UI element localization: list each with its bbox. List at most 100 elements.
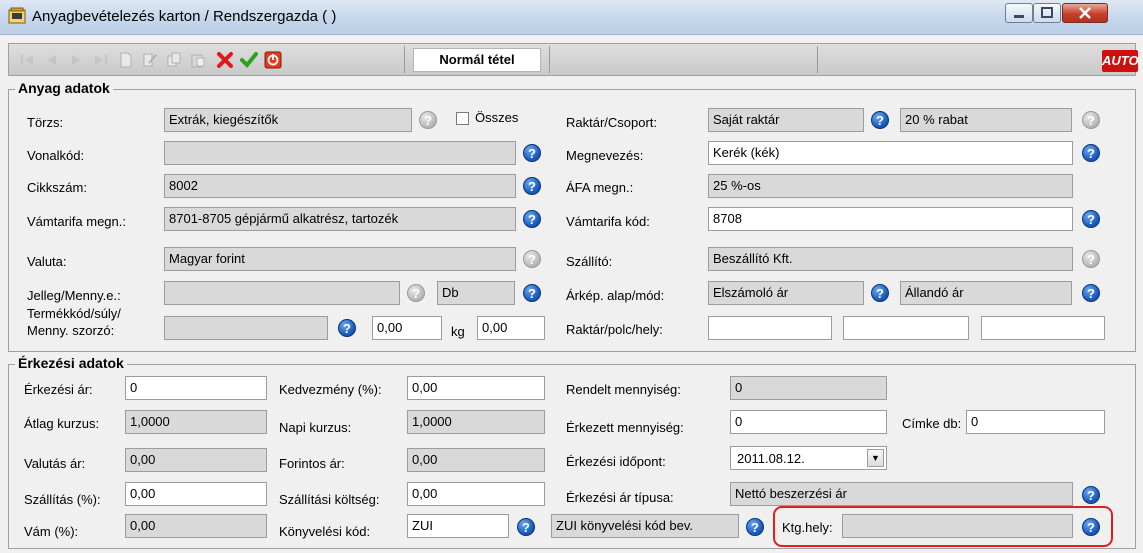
- app-icon: [8, 7, 26, 24]
- vamtarifa-megn-help-icon[interactable]: ?: [523, 210, 541, 228]
- suly-field[interactable]: 0,00: [372, 316, 442, 340]
- copy-icon[interactable]: [165, 51, 183, 69]
- minimize-button[interactable]: [1005, 3, 1033, 23]
- csoport-help-icon[interactable]: ?: [1082, 111, 1100, 129]
- ar-tipus-field[interactable]: Nettó beszerzési ár: [730, 482, 1073, 506]
- szallito-field[interactable]: Beszállító Kft.: [708, 247, 1073, 271]
- osszes-label: Összes: [475, 110, 519, 125]
- erkezesi-ar-field[interactable]: 0: [125, 376, 267, 400]
- hely-field[interactable]: [981, 316, 1105, 340]
- szallitas-field[interactable]: 0,00: [125, 482, 267, 506]
- mennyisegi-egyseg-help-icon[interactable]: ?: [523, 284, 541, 302]
- suly-unit-label: kg: [451, 324, 465, 339]
- stop-icon[interactable]: [264, 51, 282, 69]
- arkep-mod-field[interactable]: Állandó ár: [900, 281, 1072, 305]
- raktar-polc-field[interactable]: [708, 316, 832, 340]
- next-icon[interactable]: [67, 51, 85, 69]
- idopont-dropdown[interactable]: 2011.08.12. ▼: [730, 446, 887, 470]
- jelleg-help-icon[interactable]: ?: [407, 284, 425, 302]
- ar-tipus-help-icon[interactable]: ?: [1082, 486, 1100, 504]
- jelleg-label: Jelleg/Menny.e.:: [27, 288, 121, 303]
- idopont-value: 2011.08.12.: [737, 451, 805, 466]
- idopont-label: Érkezési időpont:: [566, 454, 666, 469]
- toolbar-separator: [404, 46, 405, 73]
- close-button[interactable]: [1062, 3, 1108, 23]
- rendelt-field[interactable]: 0: [730, 376, 887, 400]
- cikkszam-label: Cikkszám:: [27, 180, 87, 195]
- erkezes-section-title: Érkezési adatok: [15, 355, 127, 371]
- torzs-field[interactable]: Extrák, kiegészítők: [164, 108, 412, 132]
- edit-icon[interactable]: [141, 51, 159, 69]
- osszes-checkbox[interactable]: [456, 112, 469, 125]
- first-icon[interactable]: [19, 51, 37, 69]
- rendelt-label: Rendelt mennyiség:: [566, 382, 681, 397]
- vonalkod-help-icon[interactable]: ?: [523, 144, 541, 162]
- szorzo-field[interactable]: 0,00: [477, 316, 545, 340]
- cimke-field[interactable]: 0: [966, 410, 1105, 434]
- vam-label: Vám (%):: [24, 524, 79, 539]
- arkep-alap-help-icon[interactable]: ?: [871, 284, 889, 302]
- megnevezes-field[interactable]: Kerék (kék): [708, 141, 1073, 165]
- erkezett-label: Érkezett mennyiség:: [566, 420, 684, 435]
- szallito-help-icon[interactable]: ?: [1082, 250, 1100, 268]
- arkep-mod-help-icon[interactable]: ?: [1082, 284, 1100, 302]
- auto-logo: AUTO: [1102, 50, 1139, 72]
- delete-icon[interactable]: [216, 51, 234, 69]
- forintos-ar-field[interactable]: 0,00: [407, 448, 545, 472]
- szallito-label: Szállító:: [566, 254, 613, 269]
- cikkszam-help-icon[interactable]: ?: [523, 177, 541, 195]
- megnevezes-help-icon[interactable]: ?: [1082, 144, 1100, 162]
- konyvelesi-kod-field[interactable]: ZUI: [407, 514, 509, 538]
- csoport-field[interactable]: 20 % rabat: [900, 108, 1072, 132]
- vamtarifa-kod-help-icon[interactable]: ?: [1082, 210, 1100, 228]
- szallitasi-koltseg-field[interactable]: 0,00: [407, 482, 545, 506]
- jelleg-field[interactable]: [164, 281, 400, 305]
- arkep-alap-field[interactable]: Elszámoló ár: [708, 281, 864, 305]
- anyag-section-title: Anyag adatok: [15, 80, 113, 96]
- ktg-hely-highlight: [773, 506, 1113, 547]
- new-icon[interactable]: [117, 51, 135, 69]
- termekkod-field[interactable]: [164, 316, 328, 340]
- mode-label[interactable]: Normál tétel: [413, 48, 541, 72]
- konyvelesi-kod-help-icon[interactable]: ?: [517, 518, 535, 536]
- mennyisegi-egyseg-field[interactable]: Db: [437, 281, 515, 305]
- valuta-field[interactable]: Magyar forint: [164, 247, 516, 271]
- valutas-ar-label: Valutás ár:: [24, 456, 86, 471]
- prev-icon[interactable]: [43, 51, 61, 69]
- vamtarifa-kod-field[interactable]: 8708: [708, 207, 1073, 231]
- toolbar: Normál tétel AUTO: [8, 43, 1139, 76]
- afa-field[interactable]: 25 %-os: [708, 174, 1073, 198]
- konyvelesi-kod-desc-field[interactable]: ZUI könyvelési kód bev.: [551, 514, 739, 538]
- raktar-field[interactable]: Saját raktár: [708, 108, 864, 132]
- szallitas-label: Szállítás (%):: [24, 492, 101, 507]
- erkezett-field[interactable]: 0: [730, 410, 887, 434]
- polc-field[interactable]: [843, 316, 969, 340]
- atlag-kurzus-field[interactable]: 1,0000: [125, 410, 267, 434]
- vonalkod-field[interactable]: [164, 141, 516, 165]
- napi-kurzus-field[interactable]: 1,0000: [407, 410, 545, 434]
- termekkod-help-icon[interactable]: ?: [338, 319, 356, 337]
- afa-label: ÁFA megn.:: [566, 180, 634, 195]
- cikkszam-field[interactable]: 8002: [164, 174, 516, 198]
- arkep-label: Árkép. alap/mód:: [566, 288, 665, 303]
- toolbar-separator: [817, 46, 818, 73]
- chevron-down-icon[interactable]: ▼: [867, 449, 884, 467]
- ar-tipus-label: Érkezési ár típusa:: [566, 490, 674, 505]
- konyvelesi-desc-help-icon[interactable]: ?: [746, 518, 764, 536]
- vam-field[interactable]: 0,00: [125, 514, 267, 538]
- paste-icon[interactable]: [189, 51, 207, 69]
- szallitasi-koltseg-label: Szállítási költség:: [279, 492, 380, 507]
- last-icon[interactable]: [91, 51, 109, 69]
- valuta-help-icon[interactable]: ?: [523, 250, 541, 268]
- valutas-ar-field[interactable]: 0,00: [125, 448, 267, 472]
- kedvezmeny-field[interactable]: 0,00: [407, 376, 545, 400]
- torzs-label: Törzs:: [27, 115, 64, 130]
- maximize-button[interactable]: [1033, 3, 1061, 23]
- vamtarifa-megn-field[interactable]: 8701-8705 gépjármű alkatrész, tartozék: [164, 207, 516, 231]
- title-bar: Anyagbevételezés karton / Rendszergazda …: [0, 0, 1143, 35]
- accept-icon[interactable]: [240, 51, 258, 69]
- termekkod-label-line1: Termékkód/súly/: [27, 306, 121, 321]
- raktar-help-icon[interactable]: ?: [871, 111, 889, 129]
- termekkod-label-line2: Menny. szorzó:: [27, 323, 115, 338]
- torzs-help-icon[interactable]: ?: [419, 111, 437, 129]
